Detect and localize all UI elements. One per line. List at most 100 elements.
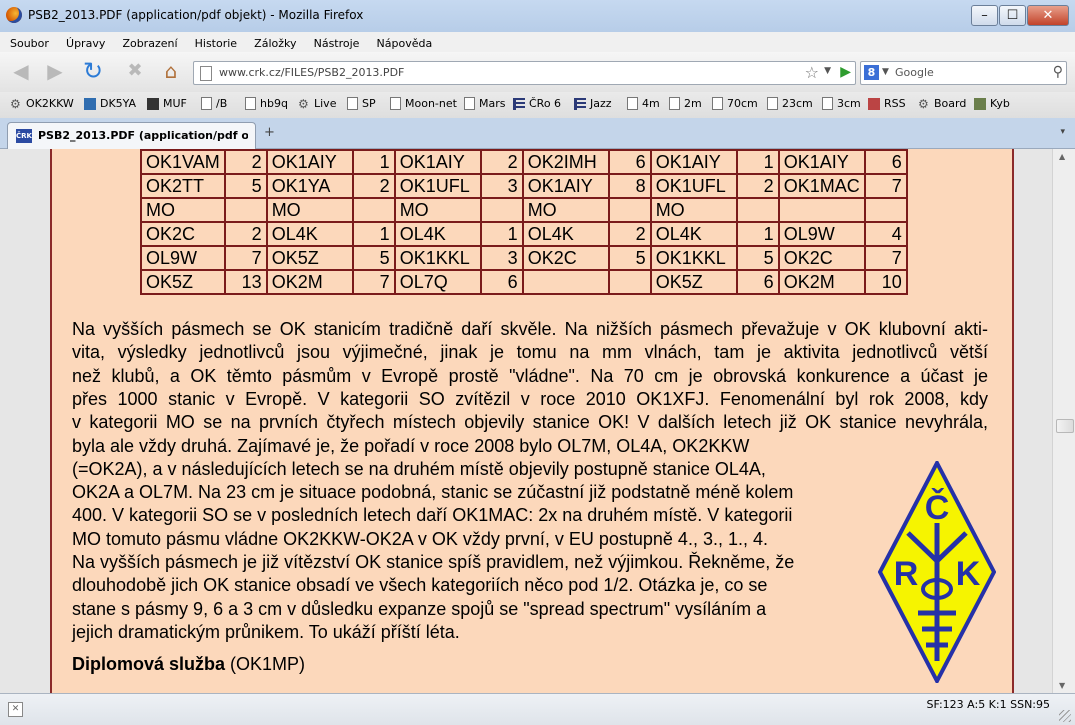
content-area: OK1VAM 2 OK1AIY 1 OK1AIY 2 OK2IMH 6 OK1AIY 1 OK1AI… [0, 149, 1052, 693]
scrollbar-thumb[interactable] [1056, 419, 1074, 433]
callsign-cell: OK1KKL [649, 245, 738, 271]
callsign-cell: OK2M [265, 269, 354, 295]
rank-cell: 5 [351, 245, 396, 271]
menu-view[interactable]: Zobrazení [116, 34, 183, 50]
tab-pdf[interactable]: ČRK PSB2_2013.PDF (application/pdf obj..… [7, 122, 256, 149]
scroll-down-icon[interactable]: ▼ [1059, 681, 1065, 690]
bookmark-jazz[interactable]: Jazz [574, 97, 612, 110]
callsign-cell: OK1AIY [521, 173, 610, 199]
bookmark-23cm[interactable]: 23cm [767, 97, 813, 110]
menu-file[interactable]: Soubor [0, 34, 55, 50]
home-icon[interactable]: ⌂ [158, 58, 184, 84]
heading-bold: Diplomová služba [72, 654, 226, 674]
bookmark-2m[interactable]: 2m [669, 97, 702, 110]
callsign-cell: OL9W [777, 221, 866, 247]
rank-cell: 5 [607, 245, 652, 271]
bookmark-board[interactable]: ⚙ Board [918, 97, 966, 110]
callsign-cell: MO [393, 197, 482, 223]
rank-cell: 6 [735, 269, 780, 295]
bookmark-muf[interactable]: MUF [147, 97, 187, 110]
rank-cell [735, 197, 780, 223]
photo-icon [974, 97, 986, 110]
bookmark-label: ČRo 6 [529, 97, 562, 110]
history-dropdown-icon[interactable]: ▼ [824, 66, 831, 76]
close-button[interactable]: ✕ [1027, 5, 1069, 26]
reload-icon[interactable]: ↻ [80, 58, 106, 84]
crk-logo: Č R K [878, 461, 996, 683]
rank-cell: 6 [607, 149, 652, 175]
stop-icon[interactable]: ✖ [122, 58, 148, 84]
rank-cell: 1 [351, 221, 396, 247]
address-bar[interactable]: www.crk.cz/FILES/PSB2_2013.PDF ☆ ▼ ▶ [193, 61, 856, 85]
bookmark-b[interactable]: /B [201, 97, 227, 110]
callsign-cell: OK2M [777, 269, 866, 295]
menu-tools[interactable]: Nástroje [308, 34, 366, 50]
bookmark-label: 2m [684, 97, 702, 110]
list-tabs-button[interactable]: ▾ [1060, 127, 1065, 137]
bookmark-label: RSS [884, 97, 906, 110]
resize-grip-icon[interactable] [1059, 710, 1071, 722]
rank-cell: 3 [479, 173, 524, 199]
gear-icon: ⚙ [10, 96, 21, 111]
scroll-up-icon[interactable]: ▲ [1059, 152, 1065, 161]
firefox-icon [6, 7, 22, 23]
callsign-cell: OK1AIY [393, 149, 482, 175]
search-icon[interactable]: ⚲ [1053, 64, 1063, 80]
search-engine-icon[interactable]: 8 [864, 65, 879, 80]
rank-cell: 5 [735, 245, 780, 271]
go-icon[interactable]: ▶ [840, 64, 851, 80]
text-line: stane s pásmy 9, 6 a 3 cm v důsledku exp… [72, 598, 767, 619]
rank-cell [223, 197, 268, 223]
rank-cell: 10 [863, 269, 908, 295]
new-tab-button[interactable]: + [264, 125, 275, 140]
text-line: Na vyšších pásmech je již vítězství OK s… [72, 551, 795, 572]
bookmark-moon-net[interactable]: Moon-net [390, 97, 457, 110]
engine-dropdown-icon[interactable]: ▼ [882, 67, 889, 77]
bookmark-70cm[interactable]: 70cm [712, 97, 758, 110]
close-addon-bar-icon[interactable]: ✕ [8, 702, 23, 717]
menu-edit[interactable]: Úpravy [60, 34, 111, 50]
bookmark-hb9q[interactable]: hb9q [245, 97, 288, 110]
bookmark-star-icon[interactable]: ☆ [805, 63, 819, 82]
bookmark-sp[interactable]: SP [347, 97, 376, 110]
navigation-bar: ◀ ▶ ↻ ✖ ⌂ www.crk.cz/FILES/PSB2_2013.PDF… [0, 52, 1075, 92]
rank-cell: 1 [351, 149, 396, 175]
table-row: OL9W 7 OK5Z 5 OK1KKL 3 OK2C 5 OK1KKL 5 OK2C 7 [140, 245, 908, 271]
menu-bookmarks[interactable]: Záložky [248, 34, 302, 50]
logo-letter-k: K [956, 555, 981, 593]
callsign-cell: OK1UFL [393, 173, 482, 199]
url-text[interactable]: www.crk.cz/FILES/PSB2_2013.PDF [219, 66, 404, 79]
rank-cell [607, 269, 652, 295]
text-line: Na vyšších pásmech se OK stanicím tradič… [72, 319, 988, 339]
bookmark-mars[interactable]: Mars [464, 97, 506, 110]
menu-help[interactable]: Nápověda [371, 34, 439, 50]
menu-history[interactable]: Historie [189, 34, 243, 50]
search-input[interactable]: Google [895, 66, 934, 79]
bookmark-4m[interactable]: 4m [627, 97, 660, 110]
bookmark-ok2kkw[interactable]: ⚙ OK2KKW [10, 97, 74, 110]
bars-icon [513, 97, 525, 110]
rank-cell: 7 [223, 245, 268, 271]
minimize-button[interactable]: – [971, 5, 998, 26]
rank-cell: 6 [863, 149, 908, 175]
bookmark-kyb[interactable]: Kyb [974, 97, 1010, 110]
callsign-cell: OK2IMH [521, 149, 610, 175]
bookmark-live[interactable]: ⚙ Live [298, 97, 336, 110]
bookmark-3cm[interactable]: 3cm [822, 97, 861, 110]
maximize-button[interactable]: ☐ [999, 5, 1026, 26]
bookmark-rss[interactable]: RSS [868, 97, 906, 110]
vertical-scrollbar[interactable]: ▲ ▼ [1052, 149, 1075, 693]
rank-cell [351, 197, 396, 223]
text-line: vita, výsledky jednotlivců jsou výjimečn… [72, 342, 988, 363]
page-icon [201, 97, 212, 110]
search-box[interactable]: 8 ▼ Google ⚲ [860, 61, 1067, 85]
page-icon [390, 97, 401, 110]
callsign-cell: OK1AIY [777, 149, 866, 175]
bookmark-label: DK5YA [100, 97, 137, 110]
forward-arrow-icon[interactable]: ▶ [42, 58, 68, 84]
back-arrow-icon[interactable]: ◀ [8, 58, 34, 84]
bookmark-dk5ya[interactable]: DK5YA [84, 97, 136, 110]
bookmark-cro6[interactable]: ČRo 6 [513, 97, 561, 110]
table-row: OK5Z 13 OK2M 7 OL7Q 6 OK5Z 6 OK2M 10 [140, 269, 908, 295]
text-line: v kategorii MO se na prvních čtyřech mís… [72, 412, 988, 433]
